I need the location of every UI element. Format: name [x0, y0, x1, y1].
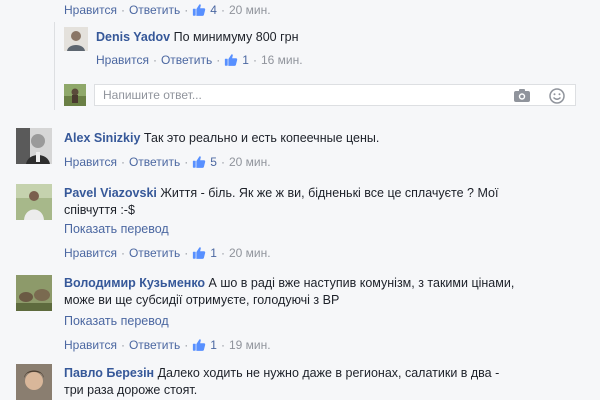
like-link[interactable]: Нравится: [64, 155, 117, 169]
top-comment-actions: Нравится · Ответить · 4 · 20 мин.: [64, 2, 271, 17]
comment: Павло Березін Далеко ходить не нужно даж…: [64, 365, 584, 399]
comment-author[interactable]: Павло Березін: [64, 366, 154, 380]
separator: ·: [220, 245, 225, 260]
separator: ·: [120, 154, 125, 169]
avatar[interactable]: [16, 275, 52, 311]
reply-link[interactable]: Ответить: [129, 246, 180, 260]
show-translation-link[interactable]: Показать перевод: [64, 314, 169, 328]
separator: ·: [184, 154, 189, 169]
reply-link[interactable]: Ответить: [161, 53, 212, 67]
like-thumb-icon[interactable]: [192, 246, 206, 260]
avatar[interactable]: [64, 27, 88, 51]
avatar-photo-icon: [16, 128, 52, 164]
avatar[interactable]: [16, 184, 52, 220]
comment-text-continued: співчуття :-$: [64, 203, 135, 217]
timestamp[interactable]: 19 мин.: [229, 338, 271, 352]
like-count[interactable]: 5: [210, 155, 217, 169]
separator: ·: [120, 2, 125, 17]
timestamp[interactable]: 16 мин.: [261, 53, 303, 67]
separator: ·: [152, 52, 157, 67]
like-link[interactable]: Нравится: [64, 338, 117, 352]
comment-text: Так это реально и есть копеечные цены.: [143, 131, 380, 145]
emoji-icon[interactable]: [549, 88, 565, 104]
separator: ·: [184, 2, 189, 17]
separator: ·: [252, 52, 257, 67]
separator: ·: [184, 337, 189, 352]
like-count[interactable]: 1: [210, 246, 217, 260]
separator: ·: [184, 245, 189, 260]
comment-author[interactable]: Володимир Кузьменко: [64, 276, 205, 290]
comment-actions: Нравится · Ответить · 1 · 19 мин.: [64, 337, 271, 352]
avatar[interactable]: [16, 364, 52, 400]
separator: ·: [220, 154, 225, 169]
timestamp[interactable]: 20 мин.: [229, 3, 271, 17]
comment-text: Життя - біль. Як же ж ви, бідненькі все …: [160, 186, 499, 200]
like-thumb-icon[interactable]: [192, 3, 206, 17]
comment-text-continued: три раза дороже стоят.: [64, 383, 198, 397]
like-link[interactable]: Нравится: [96, 53, 149, 67]
reply-thread-line: [54, 22, 55, 110]
avatar-photo-icon: [64, 27, 88, 51]
like-count[interactable]: 1: [242, 53, 249, 67]
show-translation-link[interactable]: Показать перевод: [64, 222, 169, 236]
comment-author[interactable]: Alex Sinizkiy: [64, 131, 140, 145]
current-user-avatar: [64, 84, 86, 106]
comment: Володимир Кузьменко А шо в раді вже наст…: [64, 275, 584, 309]
comment-text: Далеко ходить не нужно даже в регионах, …: [157, 366, 500, 380]
camera-icon[interactable]: [513, 88, 531, 103]
separator: ·: [120, 337, 125, 352]
reply-placeholder: Напишите ответ...: [103, 88, 202, 102]
comment-text-continued: може ви ще субсидії отримуєте, голодуючі…: [64, 293, 340, 307]
like-link[interactable]: Нравится: [64, 246, 117, 260]
comment: Alex Sinizkiy Так это реально и есть коп…: [64, 130, 379, 147]
comment-actions: Нравится · Ответить · 1 · 20 мин.: [64, 245, 271, 260]
avatar-photo-icon: [16, 275, 52, 311]
separator: ·: [220, 337, 225, 352]
separator: ·: [220, 2, 225, 17]
separator: ·: [216, 52, 221, 67]
reply-actions: Нравится · Ответить · 1 · 16 мин.: [96, 52, 303, 67]
comment-text: По минимуму 800 грн: [173, 30, 299, 44]
separator: ·: [120, 245, 125, 260]
timestamp[interactable]: 20 мин.: [229, 246, 271, 260]
comment-author[interactable]: Denis Yadov: [96, 30, 170, 44]
like-thumb-icon[interactable]: [192, 338, 206, 352]
avatar[interactable]: [16, 128, 52, 164]
comment: Pavel Viazovski Життя - біль. Як же ж ви…: [64, 185, 584, 219]
comment-text: А шо в раді вже наступив комунізм, з так…: [208, 276, 515, 290]
comment-author[interactable]: Pavel Viazovski: [64, 186, 157, 200]
like-link[interactable]: Нравится: [64, 3, 117, 17]
reply-link[interactable]: Ответить: [129, 3, 180, 17]
like-thumb-icon[interactable]: [192, 155, 206, 169]
like-thumb-icon[interactable]: [224, 53, 238, 67]
reply-link[interactable]: Ответить: [129, 155, 180, 169]
like-count[interactable]: 1: [210, 338, 217, 352]
like-count[interactable]: 4: [210, 3, 217, 17]
reply-comment: Denis Yadov По минимуму 800 грн: [96, 29, 299, 46]
reply-link[interactable]: Ответить: [129, 338, 180, 352]
comment-actions: Нравится · Ответить · 5 · 20 мин.: [64, 154, 271, 169]
avatar-photo-icon: [64, 84, 86, 106]
timestamp[interactable]: 20 мин.: [229, 155, 271, 169]
reply-input[interactable]: Напишите ответ...: [94, 84, 576, 106]
avatar-photo-icon: [16, 184, 52, 220]
avatar-photo-icon: [16, 364, 52, 400]
